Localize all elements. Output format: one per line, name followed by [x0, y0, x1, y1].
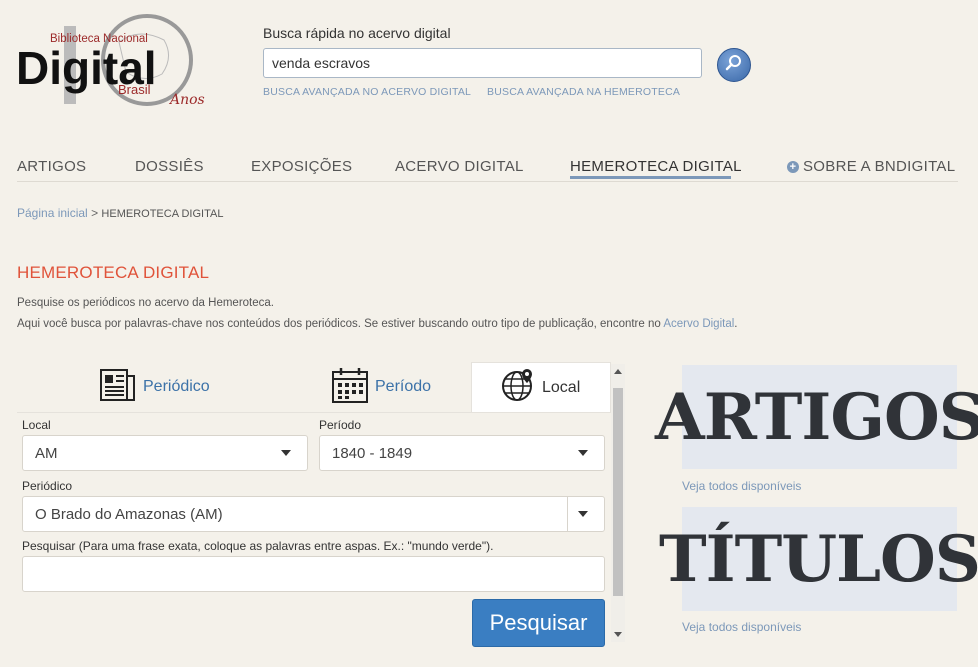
advanced-search-acervo-link[interactable]: BUSCA AVANÇADA NO ACERVO DIGITAL: [263, 86, 471, 98]
periodico-select[interactable]: O Brado do Amazonas (AM): [22, 496, 605, 532]
search-input[interactable]: [263, 48, 702, 78]
logo-sub-text: Brasil: [118, 82, 151, 97]
breadcrumb-current: HEMEROTECA DIGITAL: [101, 208, 224, 220]
pesquisar-input[interactable]: [22, 556, 605, 592]
page-description-line1: Pesquise os periódicos no acervo da Heme…: [17, 297, 274, 309]
nav-item-sobre-label: SOBRE A BNDIGITAL: [803, 158, 956, 175]
tab-periodo-label: Período: [375, 378, 432, 395]
search-panel: Periódico Período Local Local AM Período…: [17, 362, 627, 647]
pesquisar-button[interactable]: Pesquisar: [472, 599, 605, 647]
local-label: Local: [22, 418, 51, 432]
titulos-see-all-link[interactable]: Veja todos disponíveis: [682, 620, 801, 634]
magnifier-icon: [725, 54, 743, 77]
nav-item-acervo-digital[interactable]: ACERVO DIGITAL: [395, 158, 524, 175]
tab-local-label: Local: [542, 378, 581, 396]
scroll-thumb[interactable]: [613, 388, 623, 596]
nav-item-hemeroteca-digital[interactable]: HEMEROTECA DIGITAL: [570, 158, 742, 175]
local-select-value: AM: [35, 444, 58, 462]
nav-item-dossies[interactable]: DOSSIÊS: [135, 158, 204, 175]
calendar-icon: [331, 366, 369, 409]
quick-search-title: Busca rápida no acervo digital: [263, 25, 451, 41]
periodo-label: Período: [319, 418, 362, 432]
page-title: HEMEROTECA DIGITAL: [17, 263, 210, 282]
nav-item-sobre[interactable]: + SOBRE A BNDIGITAL: [787, 158, 955, 175]
tab-periodico-label: Periódico: [143, 378, 210, 395]
periodo-select[interactable]: 1840 - 1849: [319, 435, 605, 471]
advanced-search-hemeroteca-link[interactable]: BUSCA AVANÇADA NA HEMEROTECA: [487, 86, 680, 98]
acervo-digital-link[interactable]: Acervo Digital: [663, 318, 734, 330]
nav-item-artigos[interactable]: ARTIGOS: [17, 158, 86, 175]
select-divider: [567, 497, 568, 531]
search-form: Local AM Período 1840 - 1849 Periódico O…: [17, 412, 612, 647]
search-button[interactable]: [717, 48, 751, 82]
logo-anos-text: Anos: [168, 92, 205, 108]
caret-down-icon: [578, 450, 588, 456]
titulos-banner[interactable]: TÍTULOS: [659, 507, 978, 611]
page-description-line2: Aqui você busca por palavras-chave nos c…: [17, 318, 737, 330]
local-select[interactable]: AM: [22, 435, 308, 471]
breadcrumb-separator: >: [91, 206, 99, 220]
breadcrumb: Página inicial > HEMEROTECA DIGITAL: [17, 206, 223, 220]
globe-pin-icon: [500, 367, 536, 408]
tab-periodico[interactable]: Periódico: [99, 362, 249, 412]
periodo-select-value: 1840 - 1849: [332, 444, 413, 462]
description-text: Aqui você busca por palavras-chave nos c…: [17, 318, 664, 330]
artigos-banner[interactable]: ARTIGOS: [655, 365, 978, 469]
plus-circle-icon: +: [787, 161, 799, 173]
nav-item-exposicoes[interactable]: EXPOSIÇÕES: [251, 158, 352, 175]
description-end: .: [734, 318, 738, 330]
active-nav-underline: [570, 176, 731, 179]
bndigital-logo[interactable]: Digital Biblioteca Nacional Brasil Anos: [14, 12, 214, 108]
periodico-label: Periódico: [22, 479, 73, 493]
periodico-select-value: O Brado do Amazonas (AM): [35, 505, 223, 523]
caret-down-icon: [578, 511, 588, 517]
main-nav: ARTIGOS DOSSIÊS EXPOSIÇÕES ACERVO DIGITA…: [17, 158, 958, 182]
scroll-down-arrow-icon[interactable]: [614, 632, 622, 637]
panel-scrollbar[interactable]: [611, 364, 625, 642]
pesquisar-label: Pesquisar (Para uma frase exata, coloque…: [22, 539, 494, 553]
tab-local[interactable]: Local: [471, 362, 611, 412]
breadcrumb-home-link[interactable]: Página inicial: [17, 206, 88, 220]
newspaper-icon: [99, 366, 137, 409]
artigos-see-all-link[interactable]: Veja todos disponíveis: [682, 479, 801, 493]
caret-down-icon: [281, 450, 291, 456]
logo-top-text: Biblioteca Nacional: [50, 33, 148, 45]
tab-periodo[interactable]: Período: [331, 362, 481, 412]
scroll-up-arrow-icon[interactable]: [614, 369, 622, 374]
